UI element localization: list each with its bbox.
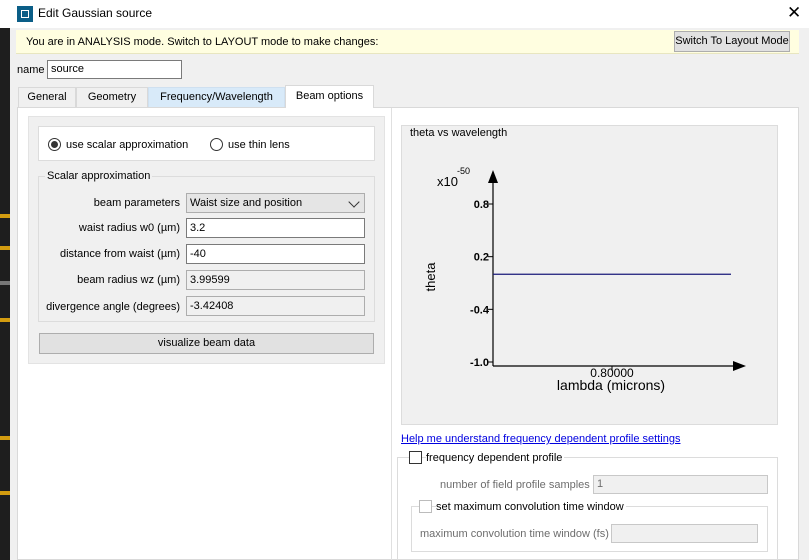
beam-radius-label: beam radius wz (µm) [77, 274, 180, 286]
y-multiplier-label: x10 [437, 174, 458, 189]
switch-to-layout-button[interactable]: Switch To Layout Mode [674, 31, 790, 52]
name-label: name [17, 64, 45, 76]
y-axis-label: theta [423, 262, 438, 292]
background-marker [0, 318, 10, 322]
convolution-window-checkbox-label[interactable]: set maximum convolution time window [436, 501, 626, 513]
tab-general[interactable]: General [18, 87, 76, 107]
frequency-profile-label[interactable]: frequency dependent profile [426, 452, 565, 464]
panel-splitter[interactable] [391, 108, 392, 560]
x-axis-label: lambda (microns) [557, 377, 665, 393]
distance-from-waist-input[interactable]: -40 [186, 244, 365, 264]
beam-parameters-label: beam parameters [93, 197, 180, 209]
window-title: Edit Gaussian source [38, 6, 153, 20]
beam-parameters-select[interactable]: Waist size and position [186, 193, 365, 213]
chevron-down-icon [348, 196, 360, 208]
thin-lens-label[interactable]: use thin lens [228, 139, 290, 151]
scalar-approximation-radio[interactable] [48, 138, 61, 151]
y-tick-label: 0.8 [474, 199, 489, 211]
close-icon[interactable]: ✕ [787, 3, 801, 23]
scalar-approximation-group-title: Scalar approximation [45, 170, 153, 182]
tab-geometry[interactable]: Geometry [76, 87, 148, 107]
background-marker [0, 281, 10, 285]
theta-vs-wavelength-chart: 0.80.2-0.4-1.0 0.80000 x10 -50 theta lam… [423, 166, 746, 393]
y-axis-arrow [488, 170, 498, 183]
y-tick-label: -0.4 [470, 304, 490, 316]
chart-title: theta vs wavelength [410, 127, 508, 139]
scalar-approximation-label[interactable]: use scalar approximation [66, 139, 188, 151]
samples-input[interactable]: 1 [593, 475, 768, 494]
beam-radius-field: 3.99599 [186, 270, 365, 290]
divergence-angle-label: divergence angle (degrees) [46, 301, 180, 313]
background-marker [0, 214, 10, 218]
y-tick-label: 0.2 [474, 252, 489, 264]
background-marker [0, 246, 10, 250]
waist-radius-label: waist radius w0 (µm) [78, 222, 180, 234]
frequency-profile-checkbox[interactable] [409, 451, 422, 464]
convolution-window-input[interactable] [611, 524, 758, 543]
background-marker [0, 436, 10, 440]
y-exponent-label: -50 [457, 166, 470, 176]
background-marker [0, 491, 10, 495]
visualize-beam-data-button[interactable]: visualize beam data [39, 333, 374, 354]
thin-lens-radio[interactable] [210, 138, 223, 151]
name-input[interactable]: source [47, 60, 182, 79]
mode-message: You are in ANALYSIS mode. Switch to LAYO… [26, 36, 379, 48]
convolution-window-checkbox[interactable] [419, 500, 432, 513]
x-axis-arrow [733, 361, 746, 371]
y-tick-label: -1.0 [470, 357, 489, 369]
background-window-edge [0, 28, 10, 560]
frequency-profile-help-link[interactable]: Help me understand frequency dependent p… [401, 433, 680, 445]
waist-radius-input[interactable]: 3.2 [186, 218, 365, 238]
tab-beam-options[interactable]: Beam options [285, 85, 374, 108]
app-icon [17, 6, 33, 22]
beam-parameters-value: Waist size and position [190, 197, 303, 209]
divergence-angle-field: -3.42408 [186, 296, 365, 316]
tab-frequency-wavelength[interactable]: Frequency/Wavelength [148, 87, 285, 107]
distance-from-waist-label: distance from waist (µm) [59, 248, 180, 260]
samples-label: number of field profile samples [440, 479, 590, 491]
convolution-window-label: maximum convolution time window (fs) [420, 528, 609, 540]
